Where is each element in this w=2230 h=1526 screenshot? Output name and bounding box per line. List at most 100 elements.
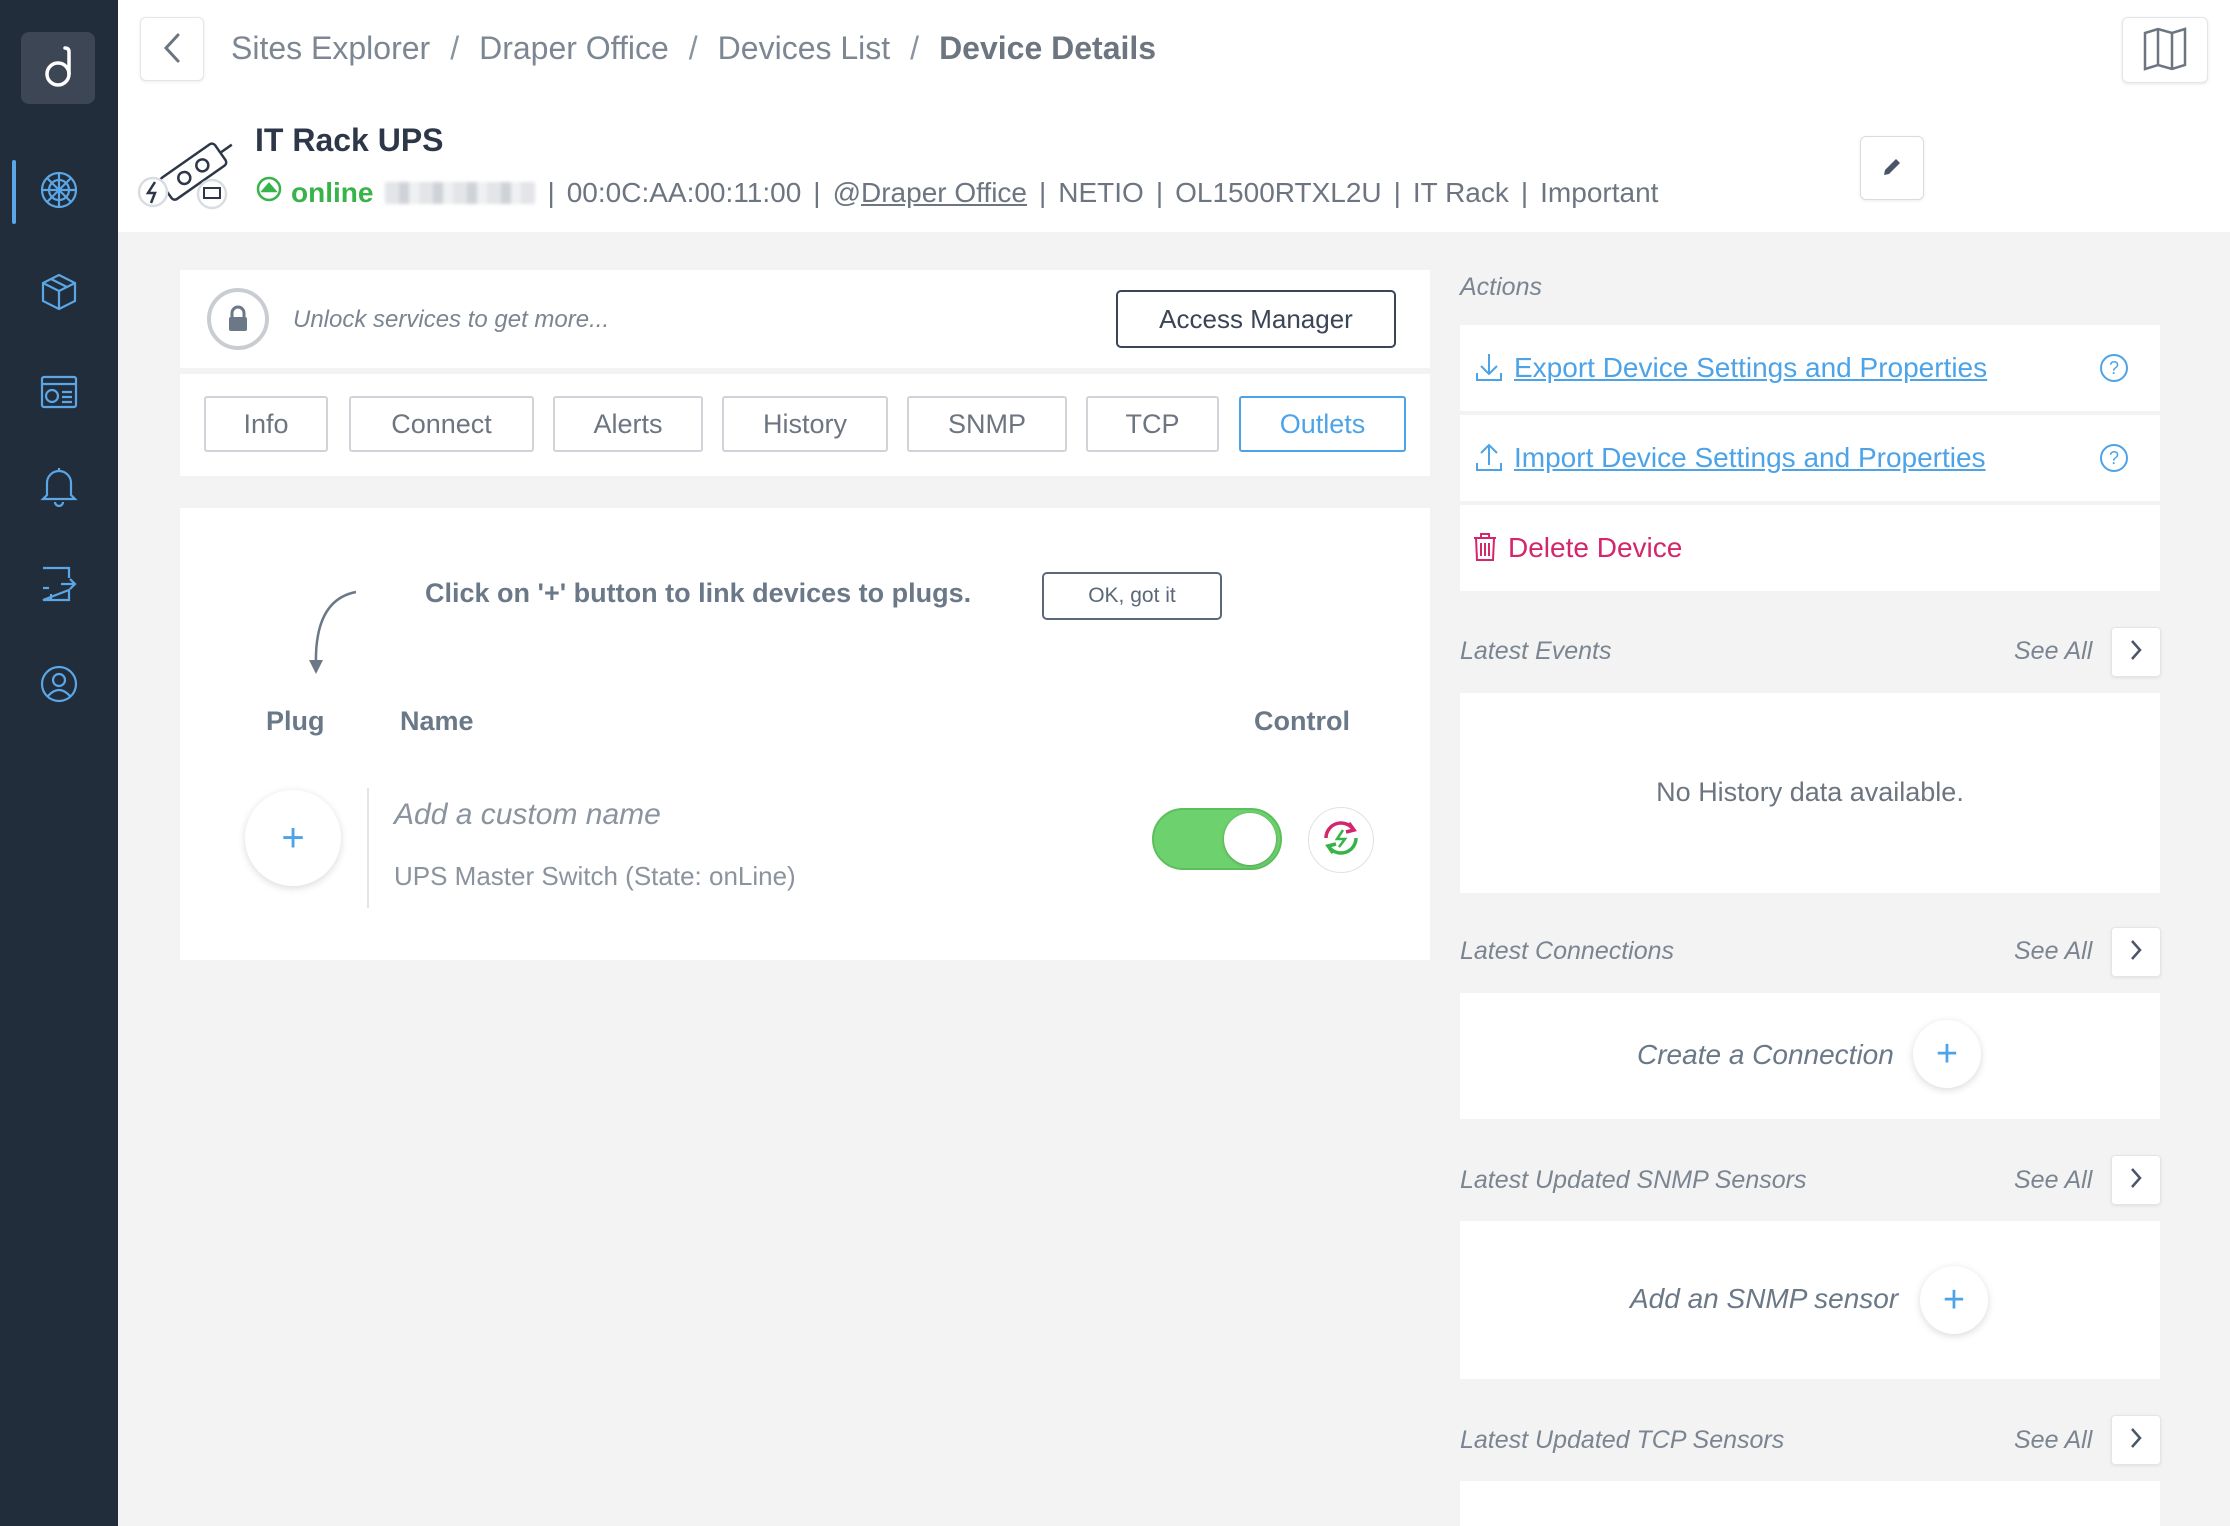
- latest-tcp-title: Latest Updated TCP Sensors: [1460, 1426, 1785, 1454]
- outlet-description: UPS Master Switch (State: onLine): [394, 861, 796, 891]
- tab-history[interactable]: History: [722, 396, 888, 452]
- delete-action-row[interactable]: Delete Device: [1460, 505, 2160, 591]
- help-icon[interactable]: ?: [2100, 354, 2128, 382]
- status-text: online: [291, 176, 374, 208]
- device-type-icon: [132, 130, 252, 220]
- outlets-panel: Click on '+' button to link devices to p…: [180, 508, 1430, 960]
- nav-sites[interactable]: [0, 152, 118, 232]
- column-name: Name: [400, 706, 474, 736]
- unlock-services-card: Unlock services to get more... Access Ma…: [180, 270, 1430, 368]
- meta-separator: |: [1520, 176, 1529, 208]
- power-cycle-button[interactable]: [1308, 807, 1374, 873]
- breadcrumb: Sites Explorer / Draper Office / Devices…: [231, 30, 1156, 67]
- column-plug: Plug: [266, 706, 325, 736]
- latest-connections-next-button[interactable]: [2111, 927, 2161, 977]
- add-snmp-sensor-plus-button[interactable]: +: [1920, 1266, 1988, 1334]
- back-button[interactable]: [140, 17, 204, 81]
- tabs-bar: Info Connect Alerts History SNMP TCP Out…: [180, 374, 1430, 476]
- tab-snmp[interactable]: SNMP: [907, 396, 1067, 452]
- latest-connections-title: Latest Connections: [1460, 937, 1675, 965]
- edit-device-button[interactable]: [1860, 136, 1924, 200]
- import-action-row: Import Device Settings and Properties ?: [1460, 415, 2160, 501]
- status-badge: online: [255, 175, 373, 210]
- device-name: IT Rack UPS: [255, 122, 444, 158]
- bell-icon: [40, 465, 78, 512]
- latest-snmp-next-button[interactable]: [2111, 1155, 2161, 1205]
- device-site-prefix: @: [832, 176, 861, 208]
- latest-connections-card: Create a Connection +: [1460, 993, 2160, 1119]
- page-header: Sites Explorer / Draper Office / Devices…: [118, 0, 2230, 232]
- device-location: IT Rack: [1412, 176, 1509, 208]
- nav-integrations[interactable]: [0, 546, 118, 626]
- delete-device-button[interactable]: Delete Device: [1508, 532, 1682, 564]
- row-divider: [367, 788, 369, 908]
- lock-icon: [207, 288, 269, 350]
- breadcrumb-devices-list[interactable]: Devices List: [718, 30, 891, 67]
- meta-separator: |: [1393, 176, 1401, 208]
- add-snmp-sensor-text[interactable]: Add an SNMP sensor: [1630, 1283, 1898, 1315]
- curved-arrow-icon: [292, 582, 372, 687]
- custom-name-input[interactable]: Add a custom name: [394, 798, 661, 832]
- latest-events-next-button[interactable]: [2111, 627, 2161, 677]
- nav-alerts[interactable]: [0, 448, 118, 528]
- export-settings-link[interactable]: Export Device Settings and Properties: [1514, 352, 1987, 384]
- link-device-plus-button[interactable]: +: [245, 790, 341, 886]
- device-vendor: NETIO: [1058, 176, 1144, 208]
- breadcrumb-site[interactable]: Draper Office: [479, 30, 669, 67]
- create-connection-plus-button[interactable]: +: [1913, 1020, 1981, 1088]
- latest-tcp-see-all[interactable]: See All: [2014, 1426, 2092, 1455]
- trash-icon: [1472, 531, 1498, 568]
- nav-devices[interactable]: [0, 254, 118, 334]
- breadcrumb-sites-explorer[interactable]: Sites Explorer: [231, 30, 430, 67]
- meta-separator: |: [1155, 176, 1164, 208]
- latest-events-see-all[interactable]: See All: [2014, 637, 2092, 666]
- unlock-text: Unlock services to get more...: [293, 306, 610, 333]
- upload-icon: [1474, 441, 1504, 478]
- tab-outlets[interactable]: Outlets: [1239, 396, 1406, 452]
- app-logo[interactable]: [21, 32, 95, 104]
- integrations-icon: [39, 564, 79, 609]
- latest-events-title: Latest Events: [1460, 637, 1612, 665]
- breadcrumb-current: Device Details: [939, 30, 1157, 66]
- help-icon[interactable]: ?: [2100, 444, 2128, 472]
- sidebar: [0, 0, 118, 1526]
- chevron-right-icon: [2129, 1426, 2143, 1455]
- outlet-power-toggle[interactable]: [1152, 808, 1282, 870]
- latest-tcp-next-button[interactable]: [2111, 1415, 2161, 1465]
- breadcrumb-separator: /: [688, 30, 698, 66]
- meta-separator: |: [813, 176, 821, 208]
- nav-account[interactable]: [0, 646, 118, 726]
- access-manager-button[interactable]: Access Manager: [1116, 290, 1396, 348]
- nav-dashboard[interactable]: [0, 354, 118, 434]
- toggle-knob: [1224, 813, 1276, 865]
- chevron-left-icon: [162, 32, 182, 67]
- create-connection-text[interactable]: Create a Connection: [1637, 1039, 1894, 1071]
- latest-snmp-card: Add an SNMP sensor +: [1460, 1221, 2160, 1379]
- cube-icon: [39, 272, 79, 317]
- ok-got-it-button[interactable]: OK, got it: [1042, 572, 1222, 620]
- export-action-row: Export Device Settings and Properties ?: [1460, 325, 2160, 411]
- latest-connections-see-all[interactable]: See All: [2014, 937, 2092, 966]
- chevron-right-icon: [2129, 638, 2143, 667]
- book-icon: [2142, 26, 2188, 74]
- download-icon: [1474, 351, 1504, 388]
- power-cycle-icon: [1316, 813, 1366, 868]
- docs-button[interactable]: [2122, 17, 2208, 83]
- column-control: Control: [1254, 706, 1350, 736]
- globe-icon: [39, 170, 79, 215]
- actions-title: Actions: [1460, 273, 1542, 301]
- device-site-link[interactable]: Draper Office: [861, 177, 1027, 209]
- tab-tcp[interactable]: TCP: [1086, 396, 1219, 452]
- device-tag: Important: [1540, 176, 1659, 208]
- device-meta: online | 00:0C:AA:00:11:00 | @ Draper Off…: [255, 175, 1658, 210]
- tab-info[interactable]: Info: [204, 396, 328, 452]
- import-settings-link[interactable]: Import Device Settings and Properties: [1514, 442, 1986, 474]
- tab-alerts[interactable]: Alerts: [553, 396, 703, 452]
- device-mac: 00:0C:AA:00:11:00: [566, 176, 802, 208]
- user-icon: [39, 664, 79, 709]
- tab-connect[interactable]: Connect: [349, 396, 534, 452]
- latest-snmp-see-all[interactable]: See All: [2014, 1166, 2092, 1195]
- chevron-right-icon: [2129, 938, 2143, 967]
- latest-tcp-card: [1460, 1481, 2160, 1526]
- meta-separator: |: [1039, 176, 1047, 208]
